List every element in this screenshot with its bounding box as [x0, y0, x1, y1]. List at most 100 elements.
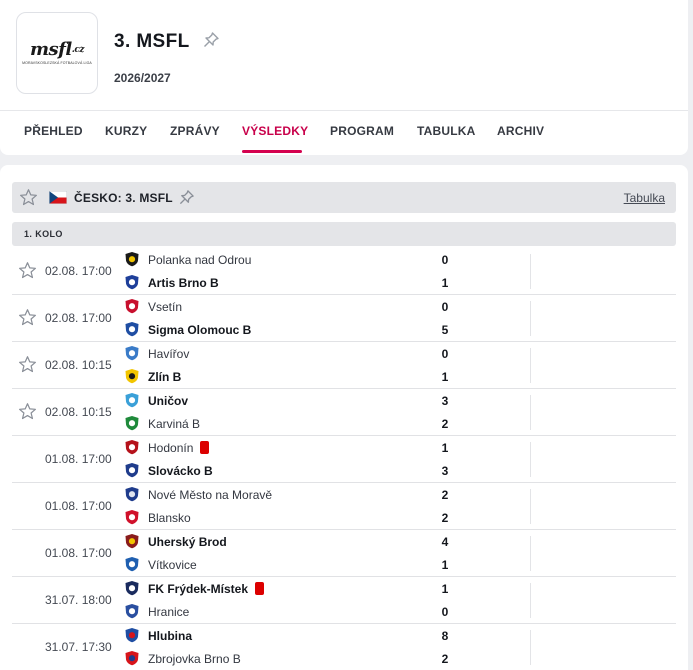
match-row[interactable]: 01.08. 17:00 Uherský Brod Vítkovice 4 1	[12, 530, 676, 577]
star-icon[interactable]	[19, 188, 38, 207]
home-team-name: Polanka nad Odrou	[148, 253, 252, 267]
away-score: 2	[441, 511, 449, 525]
round-header: 1. KOLO	[12, 222, 676, 246]
tabs-divider	[0, 110, 688, 111]
home-team-crest-icon	[124, 533, 140, 549]
star-icon[interactable]	[18, 355, 37, 379]
logo-subtitle: MORAVSKOSLEZSKÁ FOTBALOVÁ LIGA	[22, 61, 92, 65]
match-row[interactable]: 02.08. 17:00 Polanka nad Odrou Artis Brno …	[12, 248, 676, 295]
away-team-name: Artis Brno B	[148, 276, 219, 290]
away-team-name: Sigma Olomouc B	[148, 323, 252, 337]
pin-icon[interactable]	[178, 189, 195, 206]
pin-icon[interactable]	[202, 31, 220, 49]
league-title[interactable]: ČESKO: 3. MSFL	[74, 191, 173, 205]
match-time: 01.08. 17:00	[45, 546, 112, 560]
home-team-crest-icon	[124, 392, 140, 408]
home-team-crest-icon	[124, 439, 140, 455]
home-team-name: Nové Město na Moravě	[148, 488, 273, 502]
away-score: 2	[441, 652, 449, 666]
standings-link[interactable]: Tabulka	[624, 191, 665, 205]
logo-suffix-text: .cz	[71, 45, 85, 55]
match-row[interactable]: 31.07. 17:30 Hlubina Zbrojovka Brno B 8 2	[12, 624, 676, 670]
home-team-crest-icon	[124, 627, 140, 643]
star-icon[interactable]	[18, 308, 37, 332]
column-divider	[530, 301, 531, 336]
away-team-name: Zbrojovka Brno B	[148, 652, 241, 666]
home-team-crest-icon	[124, 345, 140, 361]
home-score: 0	[441, 347, 449, 361]
column-divider	[530, 536, 531, 571]
home-score: 8	[441, 629, 449, 643]
tab-program[interactable]: PROGRAM	[330, 124, 394, 138]
away-team-name: Zlín B	[148, 370, 182, 384]
away-team-crest-icon	[124, 603, 140, 619]
round-label: 1. KOLO	[24, 229, 63, 239]
column-divider	[530, 254, 531, 289]
red-card-icon	[200, 441, 210, 454]
match-row[interactable]: 02.08. 10:15 Havířov Zlín B 0 1	[12, 342, 676, 389]
away-score: 3	[441, 464, 449, 478]
match-time: 02.08. 10:15	[45, 358, 112, 372]
home-team-name: Havířov	[148, 347, 190, 361]
match-time: 02.08. 10:15	[45, 405, 112, 419]
away-score: 1	[441, 558, 449, 572]
away-team-crest-icon	[124, 650, 140, 666]
match-time: 31.07. 17:30	[45, 640, 112, 654]
home-team-name: Hlubina	[148, 629, 192, 643]
page-title: 3. MSFL	[114, 31, 190, 52]
home-score: 4	[441, 535, 449, 549]
tab-archiv[interactable]: ARCHIV	[497, 124, 544, 138]
home-team-name: Uherský Brod	[148, 535, 227, 549]
away-team-crest-icon	[124, 556, 140, 572]
away-team-crest-icon	[124, 415, 140, 431]
match-time: 01.08. 17:00	[45, 452, 112, 466]
home-team-name: Hodonín	[148, 441, 210, 455]
column-divider	[530, 583, 531, 618]
logo-main-text: msfl	[30, 39, 72, 60]
column-divider	[530, 348, 531, 383]
star-icon[interactable]	[18, 261, 37, 285]
away-team-name: Slovácko B	[148, 464, 213, 478]
home-score: 0	[441, 253, 449, 267]
tab-zpravy[interactable]: ZPRÁVY	[170, 124, 220, 138]
active-tab-indicator	[242, 150, 302, 153]
away-team-name: Hranice	[148, 605, 190, 619]
red-card-icon	[255, 582, 265, 595]
column-divider	[530, 630, 531, 665]
home-team-crest-icon	[124, 298, 140, 314]
column-divider	[530, 395, 531, 430]
home-team-name: Uničov	[148, 394, 189, 408]
czech-flag-icon	[49, 191, 67, 204]
away-team-crest-icon	[124, 274, 140, 290]
away-team-name: Blansko	[148, 511, 191, 525]
match-row[interactable]: 31.07. 18:00 FK Frýdek-Místek Hranice 1 0	[12, 577, 676, 624]
away-team-crest-icon	[124, 509, 140, 525]
home-score: 2	[441, 488, 449, 502]
away-team-crest-icon	[124, 321, 140, 337]
away-score: 0	[441, 605, 449, 619]
tab-kurzy[interactable]: KURZY	[105, 124, 147, 138]
league-logo: msfl.cz MORAVSKOSLEZSKÁ FOTBALOVÁ LIGA	[16, 12, 98, 94]
column-divider	[530, 442, 531, 477]
match-time: 31.07. 18:00	[45, 593, 112, 607]
away-team-name: Karviná B	[148, 417, 201, 431]
match-row[interactable]: 01.08. 17:00 Hodonín Slovácko B 1 3	[12, 436, 676, 483]
tab-tabulka[interactable]: TABULKA	[417, 124, 476, 138]
match-row[interactable]: 02.08. 10:15 Uničov Karviná B 3 2	[12, 389, 676, 436]
match-row[interactable]: 01.08. 17:00 Nové Město na Moravě Blansko 2…	[12, 483, 676, 530]
star-icon[interactable]	[18, 402, 37, 426]
away-team-crest-icon	[124, 462, 140, 478]
home-team-crest-icon	[124, 251, 140, 267]
match-time: 01.08. 17:00	[45, 499, 112, 513]
away-team-crest-icon	[124, 368, 140, 384]
tab-vysledky[interactable]: VÝSLEDKY	[242, 124, 308, 138]
away-score: 2	[441, 417, 449, 431]
tab-prehled[interactable]: PŘEHLED	[24, 124, 83, 138]
match-row[interactable]: 02.08. 17:00 Vsetín Sigma Olomouc B 0 5	[12, 295, 676, 342]
away-score: 1	[441, 276, 449, 290]
home-score: 3	[441, 394, 449, 408]
match-time: 02.08. 17:00	[45, 264, 112, 278]
home-team-crest-icon	[124, 486, 140, 502]
match-time: 02.08. 17:00	[45, 311, 112, 325]
league-bar: ČESKO: 3. MSFL Tabulka	[12, 182, 676, 213]
